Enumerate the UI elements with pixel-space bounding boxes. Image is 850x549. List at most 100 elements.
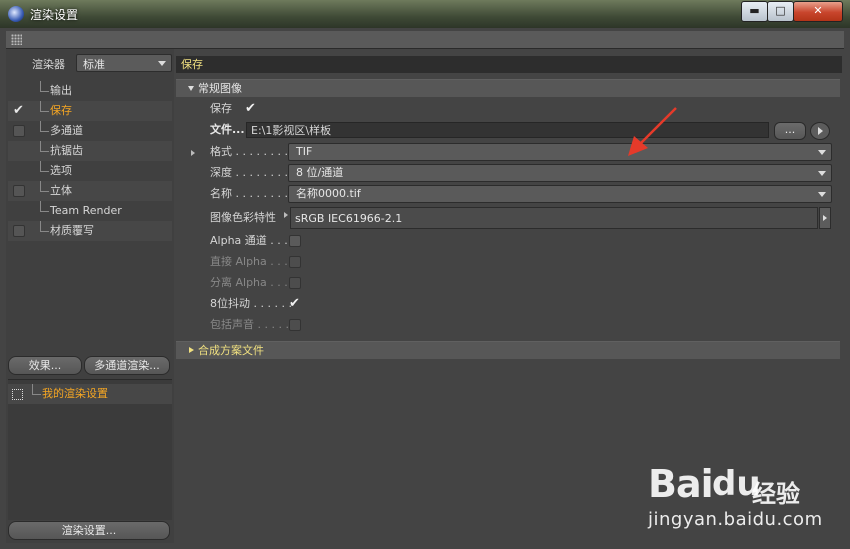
save-row: 保存 ✔ xyxy=(176,99,840,119)
material-override-checkbox[interactable] xyxy=(13,225,25,237)
depth-label: 深度 . . . . . . . . . xyxy=(210,166,295,179)
file-label[interactable]: 文件... xyxy=(210,120,245,140)
include-sound-label: 包括声音 . . . . . xyxy=(210,318,289,331)
panel-title: 保存 xyxy=(176,56,842,73)
preset-item[interactable]: 我的渲染设置 xyxy=(8,384,172,404)
checkmark-icon[interactable]: ✔ xyxy=(13,101,24,121)
expand-triangle-icon[interactable] xyxy=(284,212,288,218)
chevron-down-icon xyxy=(818,192,826,197)
title-bar[interactable]: 渲染设置 ▬ □ ✕ xyxy=(0,0,850,28)
expand-triangle-icon xyxy=(189,347,194,353)
separate-alpha-checkbox xyxy=(289,277,301,289)
tree-item-multipass[interactable]: 多通道 xyxy=(8,121,172,141)
minimize-button[interactable]: ▬ xyxy=(741,1,768,22)
section-general-image[interactable]: 常规图像 xyxy=(176,79,840,97)
multipass-render-button[interactable]: 多通道渲染... xyxy=(84,356,170,375)
save-checkbox[interactable]: ✔ xyxy=(245,99,256,119)
depth-dropdown[interactable]: 8 位/通道 xyxy=(288,164,832,182)
tree-item-label: Team Render xyxy=(50,204,122,217)
file-path-input[interactable]: E:\1影视区\样板 xyxy=(246,122,769,138)
tree-item-material-override[interactable]: 材质覆写 xyxy=(8,221,172,241)
maximize-button[interactable]: □ xyxy=(767,1,794,22)
jingyan-text: 经验 xyxy=(752,480,800,508)
dither-row: 8位抖动 . . . . . . ✔ xyxy=(176,294,840,314)
tree-item-label: 立体 xyxy=(50,184,72,197)
tree-item-label: 选项 xyxy=(50,164,72,177)
dither-label: 8位抖动 . . . . . . xyxy=(210,297,292,310)
close-button[interactable]: ✕ xyxy=(793,1,843,22)
name-dropdown[interactable]: 名称0000.tif xyxy=(288,185,832,203)
tree-item-stereo[interactable]: 立体 xyxy=(8,181,172,201)
stereo-checkbox[interactable] xyxy=(13,185,25,197)
settings-tree: 输出 ✔ 保存 多通道 抗锯齿 选项 立体 Team Render 材质覆写 xyxy=(8,81,172,241)
render-settings-button[interactable]: 渲染设置... xyxy=(8,521,170,540)
tree-branch-line xyxy=(40,181,49,192)
effects-button[interactable]: 效果... xyxy=(8,356,82,375)
render-presets-list: 我的渲染设置 xyxy=(8,379,172,520)
tree-item-label: 输出 xyxy=(50,84,72,97)
tree-item-label: 抗锯齿 xyxy=(50,144,83,157)
tree-item-options[interactable]: 选项 xyxy=(8,161,172,181)
tree-branch-line xyxy=(32,384,41,395)
straight-alpha-row: 直接 Alpha . . . xyxy=(176,252,840,272)
renderer-label: 渲染器 xyxy=(32,58,65,71)
tree-item-label: 材质覆写 xyxy=(50,224,94,237)
tree-branch-line xyxy=(40,101,49,112)
renderer-dropdown[interactable]: 标准 xyxy=(76,54,172,72)
depth-value: 8 位/通道 xyxy=(296,166,344,179)
tree-item-team-render[interactable]: Team Render xyxy=(8,201,172,221)
browse-button[interactable]: ... xyxy=(774,122,806,140)
render-settings-window: 渲染设置 ▬ □ ✕ 渲染器 标准 输出 ✔ 保存 多通道 抗锯齿 选项 立体 … xyxy=(0,0,850,549)
separate-alpha-label: 分离 Alpha . . . xyxy=(210,276,288,289)
name-value: 名称0000.tif xyxy=(296,187,361,200)
include-sound-row: 包括声音 . . . . . xyxy=(176,315,840,335)
save-label: 保存 xyxy=(210,102,232,115)
preset-icon xyxy=(12,389,23,400)
toolbar-strip xyxy=(6,31,844,49)
depth-row: 深度 . . . . . . . . . 8 位/通道 xyxy=(176,163,840,183)
watermark-url: jingyan.baidu.com xyxy=(648,509,823,530)
play-arrow-icon[interactable] xyxy=(810,122,830,140)
grip-icon[interactable] xyxy=(11,34,22,45)
collapse-triangle-icon xyxy=(188,86,194,91)
format-label: 格式 . . . . . . . . . xyxy=(210,145,295,158)
color-profile-label: 图像色彩特性 xyxy=(210,211,276,224)
color-profile-control[interactable]: sRGB IEC61966-2.1 xyxy=(284,207,831,229)
tree-item-label: 多通道 xyxy=(50,124,83,137)
straight-alpha-checkbox xyxy=(289,256,301,268)
section-compositing-project-file[interactable]: 合成方案文件 xyxy=(176,341,840,359)
format-dropdown[interactable]: TIF xyxy=(288,143,832,161)
annotation-arrow-icon xyxy=(628,107,677,156)
tree-item-output[interactable]: 输出 xyxy=(8,81,172,101)
dither-checkbox[interactable]: ✔ xyxy=(289,294,300,314)
color-profile-arrow-icon[interactable] xyxy=(819,207,831,229)
tree-branch-line xyxy=(40,161,49,172)
tree-branch-line xyxy=(40,201,49,212)
section-label: 合成方案文件 xyxy=(198,344,264,357)
alpha-checkbox[interactable] xyxy=(289,235,301,247)
tree-item-antialiasing[interactable]: 抗锯齿 xyxy=(8,141,172,161)
baidu-logo-text: Bai xyxy=(648,462,714,506)
window-title: 渲染设置 xyxy=(30,8,79,22)
expand-triangle-icon[interactable] xyxy=(191,150,195,156)
tree-item-save[interactable]: ✔ 保存 xyxy=(8,101,172,121)
alpha-row: Alpha 通道 . . . xyxy=(176,231,840,251)
format-value: TIF xyxy=(296,145,313,158)
multipass-checkbox[interactable] xyxy=(13,125,25,137)
tree-item-label: 保存 xyxy=(50,104,72,117)
format-row: 格式 . . . . . . . . . TIF xyxy=(176,142,840,162)
color-profile-row: 图像色彩特性 sRGB IEC61966-2.1 xyxy=(176,206,840,232)
chevron-down-icon xyxy=(818,150,826,155)
separate-alpha-row: 分离 Alpha . . . xyxy=(176,273,840,293)
chevron-down-icon xyxy=(818,171,826,176)
color-profile-field[interactable]: sRGB IEC61966-2.1 xyxy=(290,207,818,229)
tree-branch-line xyxy=(40,141,49,152)
include-sound-checkbox xyxy=(289,319,301,331)
left-panel: 渲染器 标准 输出 ✔ 保存 多通道 抗锯齿 选项 立体 Team Render… xyxy=(6,49,174,543)
renderer-value: 标准 xyxy=(83,58,105,71)
cinema4d-app-icon xyxy=(8,6,24,22)
name-row: 名称 . . . . . . . . . 名称0000.tif xyxy=(176,184,840,204)
file-row: 文件... E:\1影视区\样板 ... xyxy=(176,120,840,140)
alpha-label: Alpha 通道 . . . xyxy=(210,234,288,247)
tree-branch-line xyxy=(40,81,49,92)
